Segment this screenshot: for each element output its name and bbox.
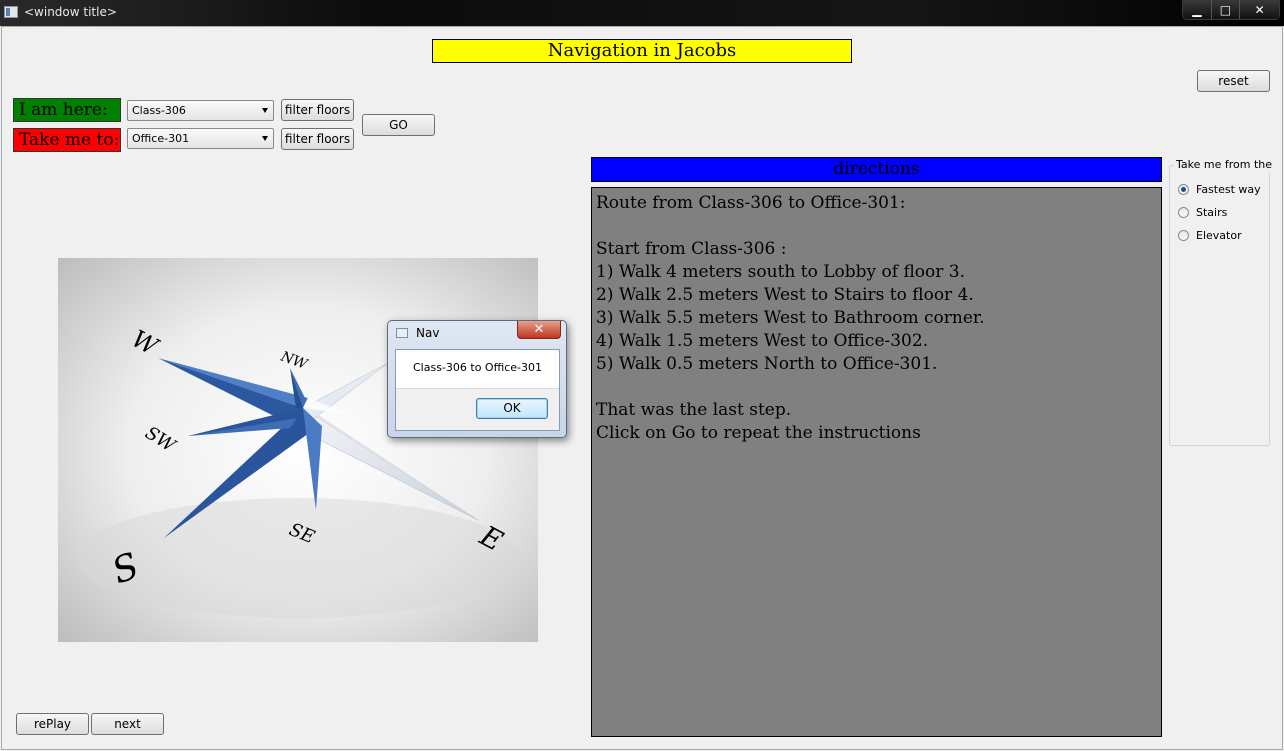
dialog-message-area: Class-306 to Office-301 bbox=[396, 350, 559, 389]
radio-label: Stairs bbox=[1196, 206, 1228, 219]
filter-floors-destination-button[interactable]: filter floors bbox=[281, 128, 354, 150]
reset-button[interactable]: reset bbox=[1197, 70, 1270, 92]
chevron-down-icon bbox=[262, 108, 268, 113]
ok-button[interactable]: OK bbox=[476, 398, 548, 419]
radio-selected-icon bbox=[1178, 184, 1189, 195]
radio-fastest-way[interactable]: Fastest way bbox=[1178, 183, 1261, 196]
radio-unselected-icon bbox=[1178, 207, 1189, 218]
destination-label: Take me to: bbox=[13, 128, 121, 152]
page-title: Navigation in Jacobs bbox=[432, 39, 852, 63]
here-label: I am here: bbox=[13, 98, 121, 122]
chevron-down-icon bbox=[262, 136, 268, 141]
nav-dialog: Nav ✕ Class-306 to Office-301 OK bbox=[387, 320, 567, 438]
radio-elevator[interactable]: Elevator bbox=[1178, 229, 1242, 242]
route-options-title: Take me from the bbox=[1174, 157, 1275, 173]
destination-select[interactable]: Office-301 bbox=[127, 128, 274, 149]
compass-image: W NW SW S SE E bbox=[58, 258, 538, 642]
close-window-button[interactable]: ✕ bbox=[1240, 0, 1279, 19]
go-button[interactable]: GO bbox=[362, 114, 435, 136]
radio-unselected-icon bbox=[1178, 230, 1189, 241]
minimize-button[interactable]: ▁ bbox=[1183, 0, 1212, 19]
next-button[interactable]: next bbox=[91, 713, 164, 735]
replay-button[interactable]: rePlay bbox=[16, 713, 89, 735]
window-title: <window title> bbox=[24, 5, 117, 19]
directions-text: Route from Class-306 to Office-301: Star… bbox=[591, 187, 1162, 737]
here-select[interactable]: Class-306 bbox=[127, 100, 274, 121]
directions-header: directions bbox=[591, 157, 1162, 182]
dialog-title: Nav bbox=[416, 326, 440, 340]
window-title-bar: <window title> ▁ □ ✕ bbox=[0, 0, 1284, 26]
radio-stairs[interactable]: Stairs bbox=[1178, 206, 1227, 219]
here-select-value: Class-306 bbox=[132, 104, 186, 117]
app-icon bbox=[4, 6, 18, 18]
dialog-message: Class-306 to Office-301 bbox=[412, 361, 542, 374]
destination-select-value: Office-301 bbox=[132, 132, 190, 145]
dialog-app-icon bbox=[396, 328, 408, 338]
radio-label: Fastest way bbox=[1196, 183, 1261, 196]
radio-label: Elevator bbox=[1196, 229, 1242, 242]
maximize-button[interactable]: □ bbox=[1211, 0, 1241, 19]
dialog-close-button[interactable]: ✕ bbox=[517, 321, 561, 339]
filter-floors-here-button[interactable]: filter floors bbox=[281, 99, 354, 121]
window-controls: ▁ □ ✕ bbox=[1182, 0, 1280, 20]
dialog-content: Class-306 to Office-301 OK bbox=[395, 349, 560, 431]
